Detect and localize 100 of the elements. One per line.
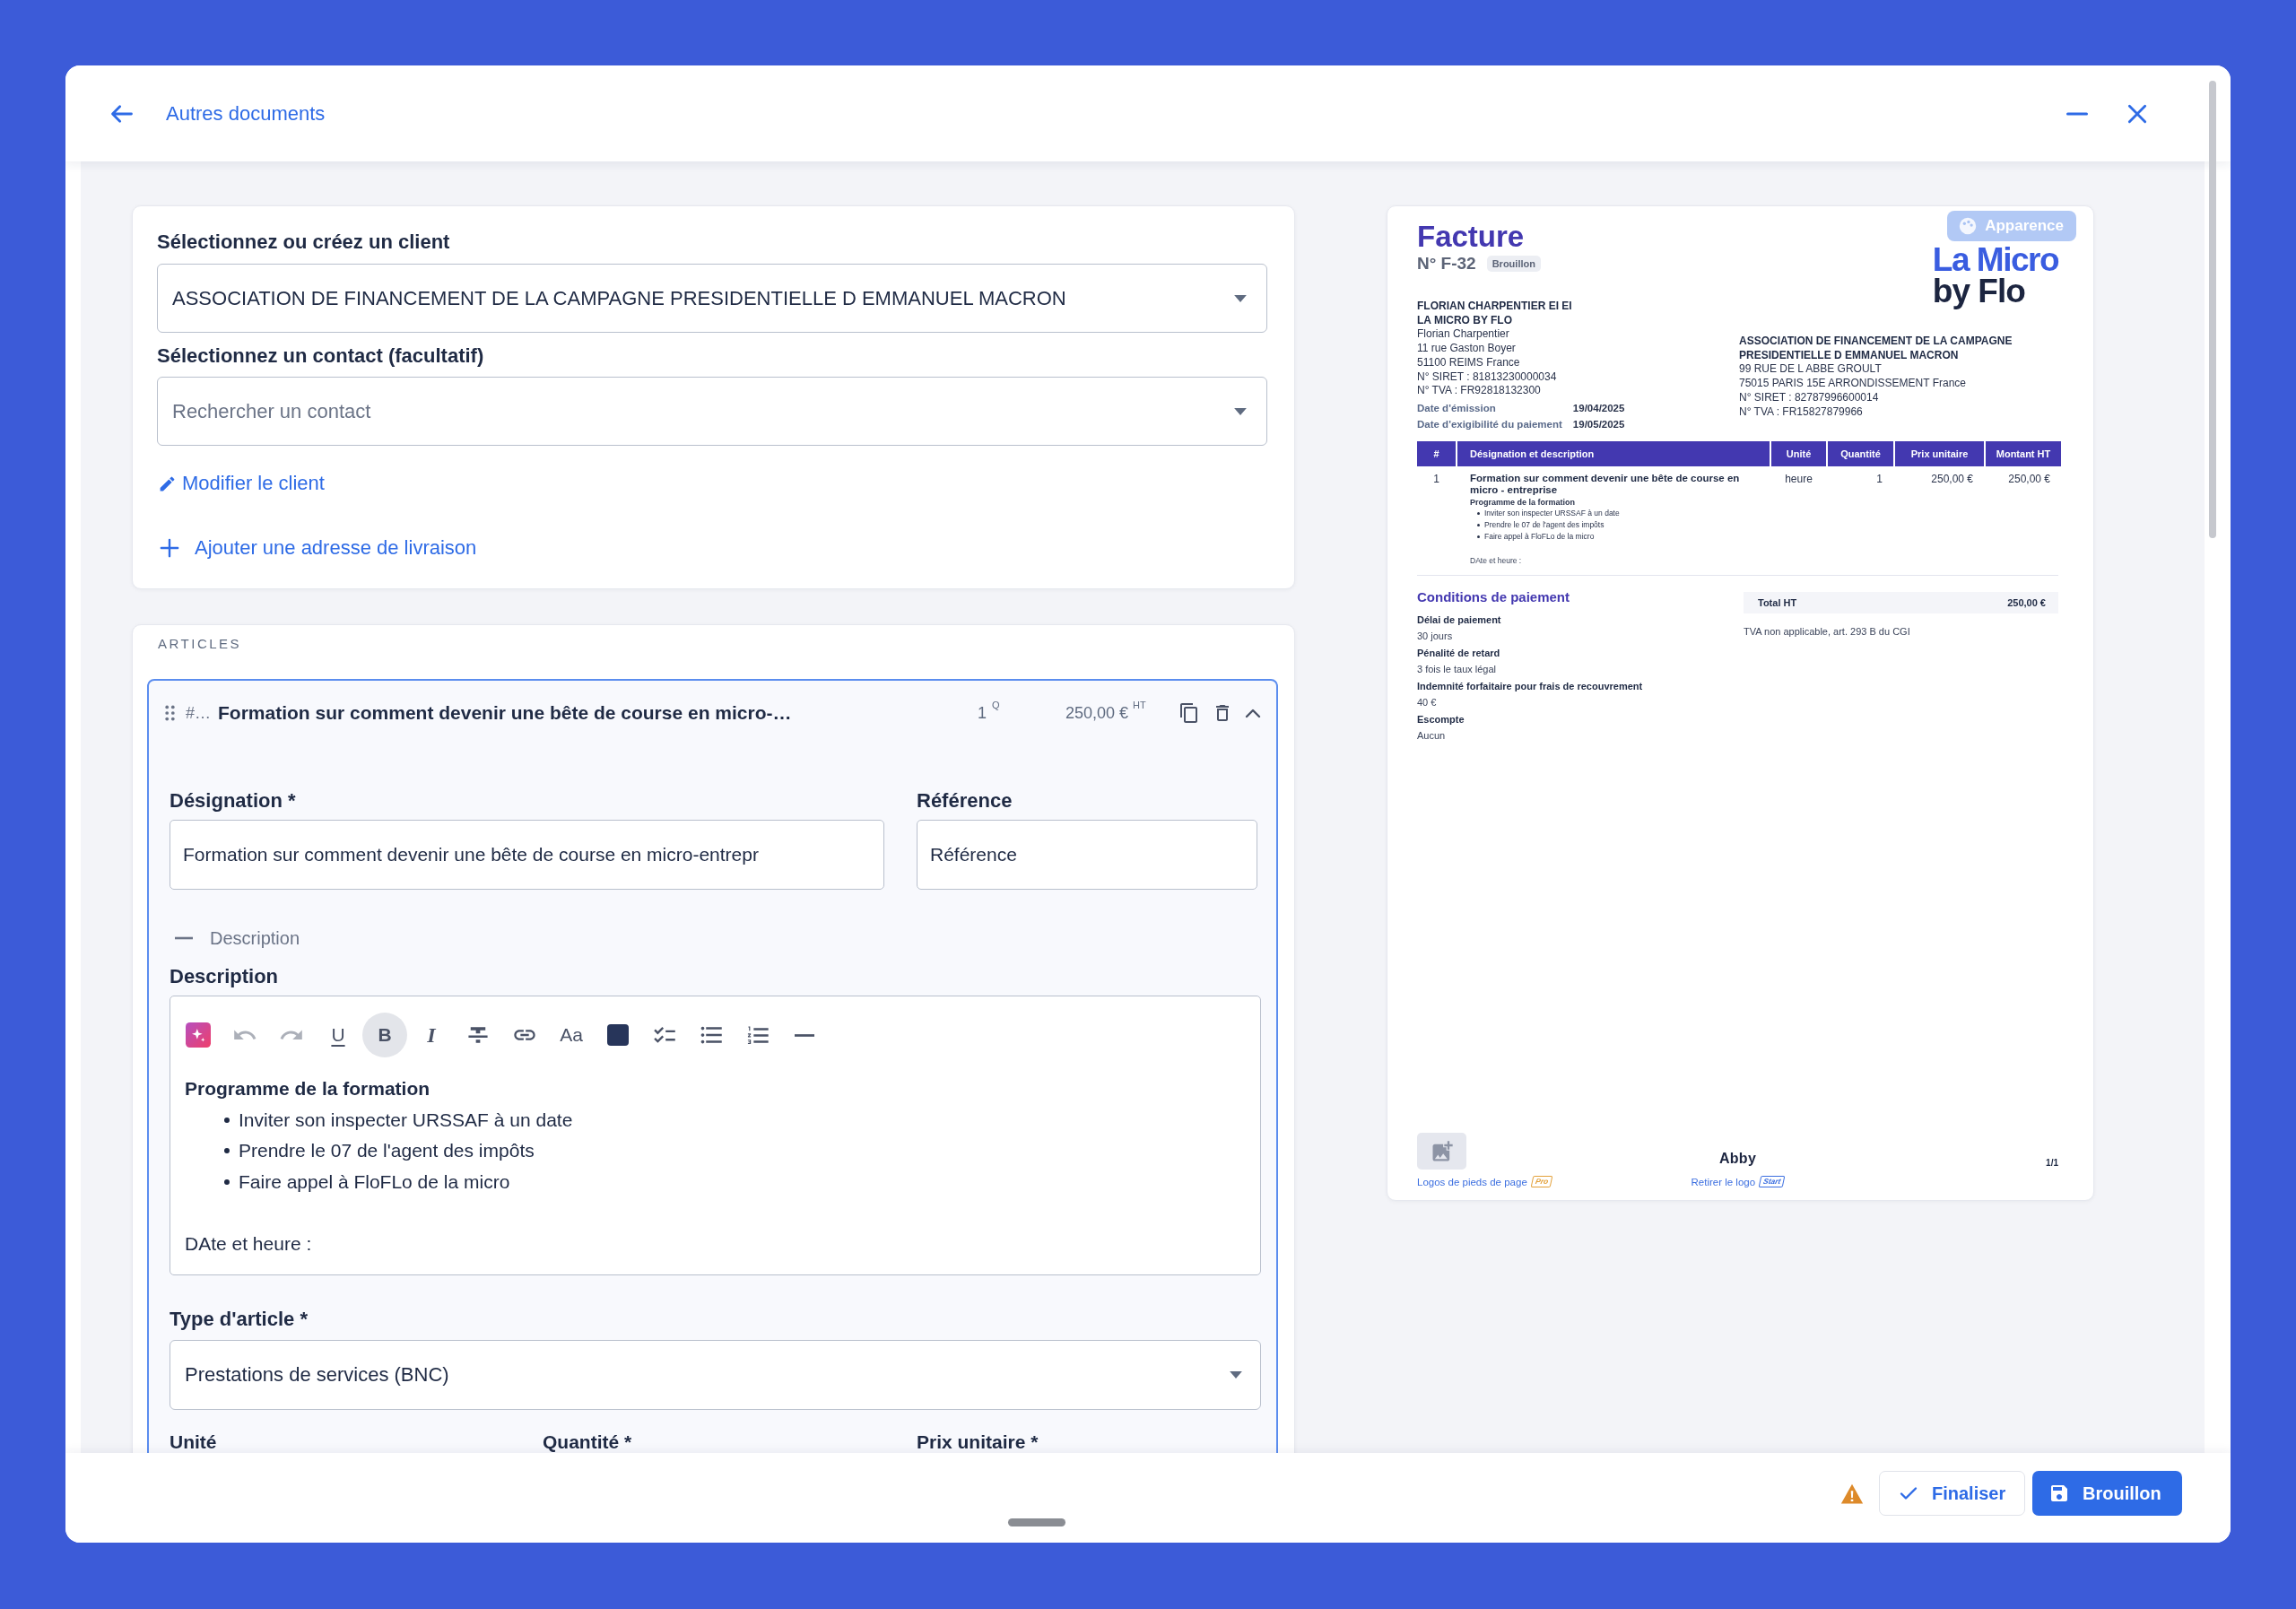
numbered-list-icon (747, 1025, 769, 1045)
article-number: #… (186, 703, 211, 723)
sheet-handle[interactable] (1008, 1518, 1065, 1526)
client-detail: N° TVA : FR15827879966 (1739, 404, 1864, 420)
total-label: Total HT (1758, 596, 1797, 608)
section-heading: ARTICLES (157, 636, 243, 652)
contact-select[interactable]: Rechercher un contact (157, 377, 1267, 446)
condition-value: 40 € (1417, 696, 1438, 710)
seller-detail: N° TVA : FR92818132300 (1417, 384, 1542, 398)
company-logo-text: La Micro (1932, 245, 2058, 275)
condition-value: 3 fois le taux légal (1417, 663, 1498, 677)
remove-logo-link[interactable]: Retirer le logo Start (1691, 1176, 1785, 1187)
dropdown-caret-icon (1230, 1371, 1242, 1379)
table-header-cell: Unité (1771, 440, 1826, 466)
condition-value: Aucun (1417, 729, 1447, 744)
client-detail: N° SIRET : 82787996600014 (1739, 390, 1880, 405)
field-label: Sélectionnez ou créez un client (157, 231, 450, 253)
conditions-title: Conditions de paiement (1417, 587, 1570, 606)
bold-button[interactable]: B (362, 1013, 407, 1057)
line-item-title: Formation sur comment devenir une bête de course en micro - entreprise (1470, 472, 1741, 496)
company-logo-text: by Flo (1932, 275, 2025, 308)
dropdown-caret-icon (1234, 407, 1247, 415)
italic-button[interactable]: I (409, 1013, 454, 1057)
edit-client-link[interactable]: Modifier le client (157, 472, 325, 495)
client-detail: 99 RUE DE L ABBE GROULT (1739, 362, 1883, 378)
condition-label: Délai de paiement (1417, 613, 1502, 627)
line-item-bullet: Inviter son inspecter URSSAF à un date (1484, 507, 1620, 519)
date-value: 19/05/2025 (1572, 417, 1625, 431)
editor-bullet-text: Inviter son inspecter URSSAF à un date (239, 1108, 573, 1132)
designation-field[interactable]: Formation sur comment devenir une bête de course en micro-entrepr (170, 820, 884, 890)
description-toggle[interactable]: Description (170, 927, 300, 949)
status-badge: Brouillon (1486, 256, 1541, 272)
table-header-cell: # (1417, 440, 1456, 466)
quantity-unit: Q (992, 700, 1000, 710)
table-header-cell: Désignation et description (1457, 440, 1770, 466)
palette-icon (1958, 216, 1979, 236)
client-name: ASSOCIATION DE FINANCEMENT DE LA CAMPAGNE (1739, 335, 2013, 349)
total-value: 250,00 € (2007, 596, 2046, 608)
price-suffix: HT (1133, 700, 1146, 710)
condition-label: Indemnité forfaitaire pour frais de recouvrement (1417, 679, 1644, 693)
plan-badge: Start (1758, 1176, 1786, 1187)
condition-label: Pénalité de retard (1417, 646, 1501, 660)
table-header-cell: Montant HT (1986, 440, 2061, 466)
line-item-note: DAte et heure : (1470, 554, 1523, 566)
table-cell-text: 250,00 € (2007, 471, 2051, 487)
field-label: Sélectionnez un contact (facultatif) (157, 345, 484, 367)
field-label: Prix unitaire * (917, 1431, 1039, 1453)
footer-logos-link[interactable]: Logos de pieds de page Pro (1417, 1176, 1552, 1187)
scrollbar-thumb[interactable] (2209, 81, 2216, 538)
client-select[interactable]: ASSOCIATION DE FINANCEMENT DE LA CAMPAGNE PRESIDENTIELLE D EMMANUEL MACRON (157, 264, 1267, 333)
checklist-icon (653, 1026, 676, 1044)
field-label: Type d'article * (170, 1309, 309, 1330)
link-icon (513, 1029, 536, 1041)
condition-value: 30 jours (1417, 630, 1454, 644)
copy-icon[interactable] (1178, 702, 1200, 724)
invoice-number: N° F-32 (1417, 253, 1476, 274)
table-cell-text: 1 (1432, 471, 1440, 487)
brand-logo-text: Abby (1718, 1151, 1757, 1167)
underline-button[interactable]: U (316, 1013, 361, 1057)
sparkle-icon (186, 1022, 211, 1048)
editor-text: DAte et heure : (185, 1231, 313, 1256)
vat-note: TVA non applicable, art. 293 B du CGI (1744, 625, 1911, 637)
editor-bullet-text: Faire appel à FloFLo de la micro (239, 1170, 510, 1194)
bullet-list-icon (700, 1026, 723, 1044)
bullet-icon (1477, 523, 1480, 526)
article-type-select[interactable]: Prestations de services (BNC) (170, 1340, 1261, 1410)
font-size-button[interactable]: Aa (549, 1013, 594, 1057)
dropdown-caret-icon (1234, 294, 1247, 302)
table-cell-text: heure (1784, 471, 1813, 487)
table-cell-text: 1 (1875, 471, 1883, 487)
reference-field[interactable]: Référence (917, 820, 1257, 890)
add-image-tile[interactable] (1417, 1133, 1466, 1170)
editor-heading: Programme de la formation (185, 1077, 431, 1100)
field-label: Description (170, 966, 280, 987)
chevron-up-icon[interactable] (1245, 707, 1261, 719)
save-icon (2048, 1483, 2070, 1504)
bullet-icon (224, 1117, 230, 1123)
seller-name: FLORIAN CHARPENTIER EI EI (1417, 300, 1573, 314)
seller-name: LA MICRO BY FLO (1417, 313, 1513, 328)
line-item-bullet: Prendre le 07 de l'agent des impôts (1484, 518, 1605, 531)
draft-button[interactable]: Brouillon (2032, 1471, 2182, 1516)
add-address-link[interactable]: Ajouter une adresse de livraison (157, 536, 477, 560)
strikethrough-icon (467, 1026, 489, 1044)
article-title: Formation sur comment devenir une bête de course en micro-… (218, 702, 793, 724)
seller-detail: Florian Charpentier (1417, 327, 1510, 343)
editor-bullet-text: Prendre le 07 de l'agent des impôts (239, 1139, 535, 1162)
table-header-cell: Quantité (1828, 440, 1893, 466)
rich-text-editor[interactable]: U B I Aa Programme de la formation Inviter son inspecter URSSAF à un date Prendre le 07 de l'agent des impôts Faire appel à FloFLo de la micro DAte et heure : (170, 996, 1261, 1275)
page-number: 1/1 (2046, 1158, 2058, 1168)
finalize-button[interactable]: Finaliser (1879, 1471, 2025, 1516)
date-value: 19/04/2025 (1572, 401, 1625, 415)
field-label: Désignation * (170, 790, 297, 812)
undo-icon (233, 1030, 257, 1040)
client-name: PRESIDENTIELLE D EMMANUEL MACRON (1739, 348, 1960, 363)
drag-handle-icon[interactable] (165, 705, 175, 721)
table-cell-text: 250,00 € (1930, 471, 1974, 487)
bullet-icon (224, 1148, 230, 1154)
line-item-subtitle: Programme de la formation (1470, 496, 1577, 508)
bullet-icon (1477, 535, 1480, 538)
back-link[interactable]: Autres documents (109, 100, 326, 126)
